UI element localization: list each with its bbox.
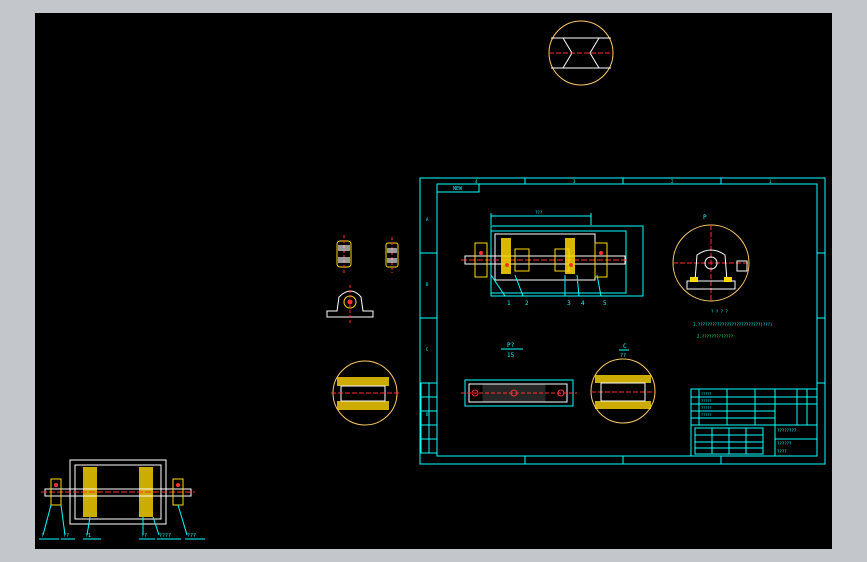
left-label-4: ?? — [141, 533, 147, 539]
zone-left-2: B — [426, 282, 429, 287]
balloon-2: 2 — [525, 300, 529, 307]
assembly-main-view[interactable]: ??? 1 2 3 4 5 — [461, 210, 644, 307]
notes-title: ? ? ? ? — [711, 309, 728, 314]
balloon-1: 1 — [507, 300, 511, 307]
view-p-label: P? — [507, 342, 515, 349]
left-label-6: ??? — [187, 533, 196, 539]
application-frame: 4 3 2 1 A B C D NEW ??? 1 2 3 4 5 P ? ? … — [0, 0, 867, 562]
left-label-1: ? — [41, 533, 44, 539]
cad-drawing-svg: 4 3 2 1 A B C D NEW ??? 1 2 3 4 5 P ? ? … — [39, 20, 826, 540]
zone-top-1: 4 — [475, 179, 478, 184]
balloon-4: 4 — [581, 300, 585, 307]
sheet-corner-label: NEW — [453, 186, 463, 192]
zone-left-1: A — [426, 217, 429, 222]
zone-left-3: C — [426, 347, 429, 352]
bearing-part-left[interactable] — [336, 235, 352, 273]
detail-circle-top[interactable] — [548, 20, 614, 86]
balloon-5: 5 — [603, 300, 607, 307]
title-row-1: ????? — [701, 392, 712, 396]
pillow-block-part[interactable] — [326, 285, 374, 323]
drawing-sheet[interactable]: 4 3 2 1 A B C D NEW — [419, 177, 826, 465]
notes-line-2: 2.????????????? — [697, 334, 734, 339]
left-label-3: ?1 — [85, 533, 91, 539]
section-p-label: P — [703, 214, 707, 221]
detail-circle-left[interactable] — [331, 360, 399, 426]
title-sub: ???? — [777, 449, 787, 454]
title-row-4: ????? — [701, 413, 712, 417]
view-c-sub: ?? — [620, 353, 626, 359]
title-block[interactable]: ????? ????? ????? ????? ???????? ?????? … — [690, 388, 818, 457]
title-row-2: ????? — [701, 399, 712, 403]
bearing-part-right[interactable] — [385, 237, 399, 273]
view-p-sub: 15 — [507, 352, 515, 359]
title-row-3: ????? — [701, 406, 712, 410]
notes-line-1: 1.??????????????????????????(???) — [693, 322, 772, 327]
cad-drawing-canvas[interactable]: 4 3 2 1 A B C D NEW ??? 1 2 3 4 5 P ? ? … — [35, 13, 832, 549]
view-c-label: C — [623, 343, 627, 350]
dim-width-label: ??? — [535, 210, 543, 215]
section-view-p[interactable]: P — [672, 214, 750, 302]
title-drawing-name: ???????? — [777, 428, 797, 433]
plan-view-p[interactable]: P? 15 — [461, 342, 577, 407]
zone-top-2: 3 — [573, 179, 576, 184]
title-drawing-number: ?????? — [777, 441, 792, 446]
assembly-bottom-left[interactable]: ? ?? ?1 ?? ???? ??? — [39, 459, 205, 540]
balloon-3: 3 — [567, 300, 571, 307]
left-label-5: ???? — [159, 533, 171, 539]
zone-top-3: 2 — [671, 179, 674, 184]
left-label-2: ?? — [63, 533, 69, 539]
technical-notes: ? ? ? ? 1.??????????????????????????(???… — [693, 309, 772, 339]
detail-view-c[interactable]: C ?? — [590, 343, 656, 424]
zone-top-4: 1 — [769, 179, 772, 184]
